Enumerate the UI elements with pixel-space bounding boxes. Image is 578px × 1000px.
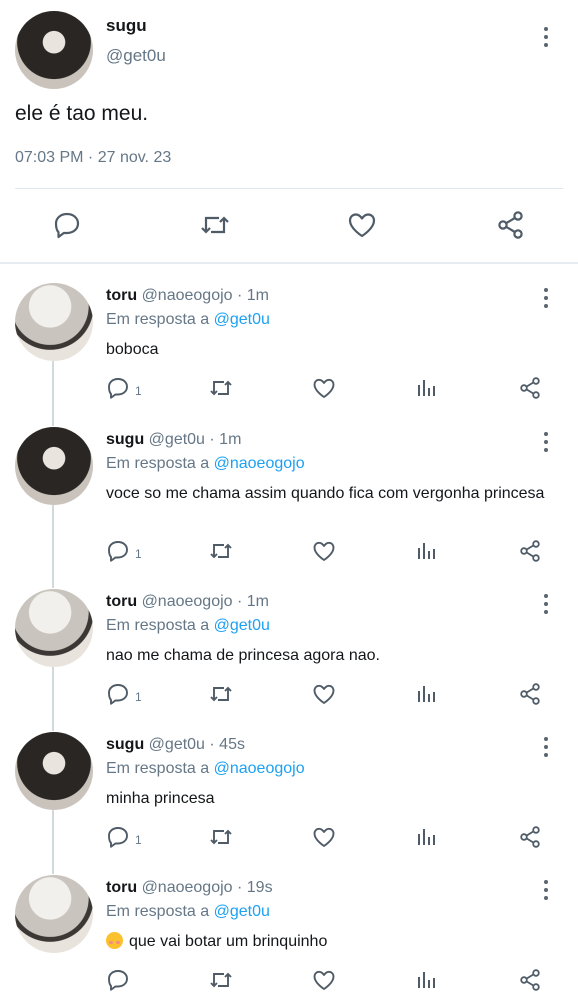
- mention-link[interactable]: @get0u: [214, 903, 270, 920]
- views-icon[interactable]: [415, 682, 439, 706]
- reply-icon[interactable]: [106, 539, 130, 563]
- reply-actions: 1: [0, 376, 578, 402]
- reply-count: 1: [135, 833, 142, 847]
- share-icon[interactable]: [496, 210, 526, 240]
- avatar[interactable]: [15, 732, 93, 810]
- reply-header: toru @naoeogojo · 19s: [106, 879, 273, 897]
- in-reply-label: Em resposta a: [106, 455, 210, 472]
- reply-text-content: que vai botar um brinquinho: [129, 933, 328, 950]
- author-name[interactable]: sugu: [106, 16, 147, 36]
- share-icon[interactable]: [518, 539, 542, 563]
- retweet-icon[interactable]: [208, 682, 234, 706]
- mention-link[interactable]: @naoeogojo: [214, 760, 305, 777]
- in-reply-label: Em resposta a: [106, 617, 210, 634]
- share-icon[interactable]: [518, 825, 542, 849]
- retweet-icon[interactable]: [199, 210, 231, 240]
- reply-icon[interactable]: [106, 825, 130, 849]
- author-meta: @get0u · 45s: [148, 736, 245, 753]
- like-icon[interactable]: [312, 682, 336, 706]
- tweet-timestamp: 07:03 PM · 27 nov. 23: [15, 149, 172, 166]
- views-icon[interactable]: [415, 825, 439, 849]
- more-options-icon[interactable]: [543, 27, 549, 47]
- reply-header: toru @naoeogojo · 1m: [106, 593, 269, 611]
- avatar[interactable]: [15, 589, 93, 667]
- share-icon[interactable]: [518, 682, 542, 706]
- in-reply-label: Em resposta a: [106, 311, 210, 328]
- retweet-icon[interactable]: [208, 539, 234, 563]
- like-icon[interactable]: [312, 376, 336, 400]
- more-options-icon[interactable]: [543, 594, 549, 614]
- mention-link[interactable]: @get0u: [214, 617, 270, 634]
- in-reply-to: Em resposta a @naoeogojo: [106, 760, 305, 778]
- more-options-icon[interactable]: [543, 737, 549, 757]
- like-icon[interactable]: [312, 968, 336, 992]
- author-meta: @naoeogojo · 1m: [141, 287, 269, 304]
- avatar[interactable]: [15, 11, 93, 89]
- reply-header: sugu @get0u · 1m: [106, 431, 241, 449]
- section-separator: [0, 262, 578, 264]
- reply-header: sugu @get0u · 45s: [106, 736, 245, 754]
- reply-text: voce so me chama assim quando fica com v…: [106, 485, 545, 502]
- like-icon[interactable]: [312, 825, 336, 849]
- reply-actions: 1: [0, 682, 578, 708]
- retweet-icon[interactable]: [208, 968, 234, 992]
- reply-text: boboca: [106, 341, 159, 358]
- avatar[interactable]: [15, 283, 93, 361]
- tweet-text: ele é tao meu.: [15, 102, 149, 125]
- avatar[interactable]: [15, 427, 93, 505]
- retweet-icon[interactable]: [208, 825, 234, 849]
- blushing-emoji-icon: [106, 932, 123, 949]
- views-icon[interactable]: [415, 376, 439, 400]
- more-options-icon[interactable]: [543, 880, 549, 900]
- reply-icon[interactable]: [52, 210, 82, 240]
- retweet-icon[interactable]: [208, 376, 234, 400]
- in-reply-label: Em resposta a: [106, 760, 210, 777]
- author-handle[interactable]: @get0u: [106, 46, 166, 66]
- in-reply-to: Em resposta a @get0u: [106, 903, 270, 921]
- author-meta: @naoeogojo · 1m: [141, 593, 269, 610]
- like-icon[interactable]: [312, 539, 336, 563]
- in-reply-label: Em resposta a: [106, 903, 210, 920]
- main-tweet: sugu @get0u ele é tao meu. 07:03 PM · 27…: [0, 0, 578, 262]
- author-meta: @get0u · 1m: [148, 431, 242, 448]
- reply-count: 1: [135, 384, 142, 398]
- reply-text: que vai botar um brinquinho: [106, 932, 546, 952]
- author-name[interactable]: toru: [106, 593, 137, 610]
- in-reply-to: Em resposta a @get0u: [106, 617, 270, 635]
- like-icon[interactable]: [347, 210, 377, 240]
- share-icon[interactable]: [518, 376, 542, 400]
- author-name[interactable]: toru: [106, 879, 137, 896]
- share-icon[interactable]: [518, 968, 542, 992]
- author-name[interactable]: sugu: [106, 736, 144, 753]
- reply-icon[interactable]: [106, 376, 130, 400]
- avatar[interactable]: [15, 875, 93, 953]
- reply-actions: 1: [0, 539, 578, 565]
- in-reply-to: Em resposta a @get0u: [106, 311, 270, 329]
- reply-header: toru @naoeogojo · 1m: [106, 287, 269, 305]
- reply-text: nao me chama de princesa agora nao.: [106, 647, 380, 664]
- more-options-icon[interactable]: [543, 288, 549, 308]
- views-icon[interactable]: [415, 968, 439, 992]
- author-name[interactable]: toru: [106, 287, 137, 304]
- reply-text: minha princesa: [106, 790, 215, 807]
- divider: [15, 188, 563, 189]
- views-icon[interactable]: [415, 539, 439, 563]
- reply-actions: 1: [0, 825, 578, 851]
- mention-link[interactable]: @get0u: [214, 311, 270, 328]
- reply-icon[interactable]: [106, 968, 130, 992]
- in-reply-to: Em resposta a @naoeogojo: [106, 455, 305, 473]
- mention-link[interactable]: @naoeogojo: [214, 455, 305, 472]
- tweet-actions: [0, 200, 578, 250]
- reply-count: 1: [135, 547, 142, 561]
- reply-icon[interactable]: [106, 682, 130, 706]
- author-name[interactable]: sugu: [106, 431, 144, 448]
- reply-actions: [0, 968, 578, 994]
- author-meta: @naoeogojo · 19s: [141, 879, 273, 896]
- reply-count: 1: [135, 690, 142, 704]
- more-options-icon[interactable]: [543, 432, 549, 452]
